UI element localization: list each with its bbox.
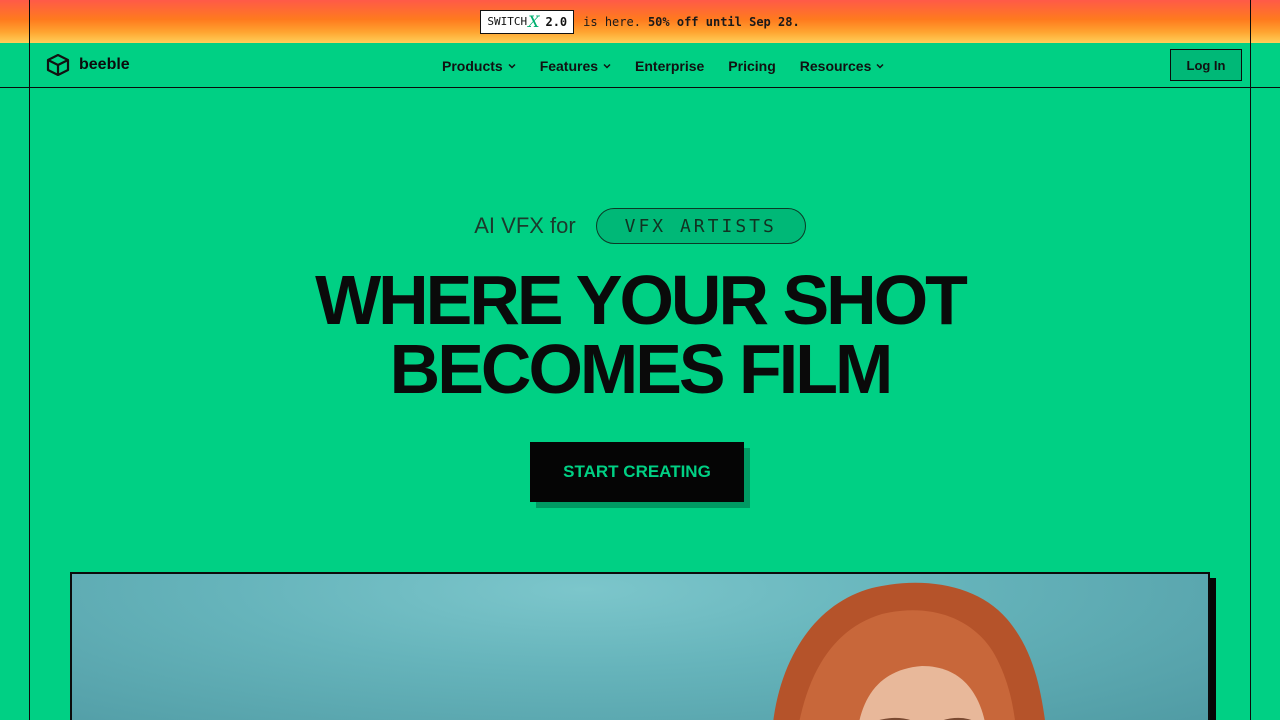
- logo-link[interactable]: beeble: [46, 54, 130, 76]
- nav-item-enterprise[interactable]: Enterprise: [635, 58, 704, 74]
- main-nav: Products Features Enterprise Pricing Res…: [442, 43, 908, 88]
- chevron-down-icon: [876, 63, 884, 69]
- badge-prefix: SWITCH: [487, 15, 528, 28]
- hero-tagline: AI VFX for VFX ARTISTS: [0, 207, 1280, 245]
- badge-version: 2.0: [545, 14, 568, 29]
- nav-item-products[interactable]: Products: [442, 58, 516, 74]
- nav-item-pricing[interactable]: Pricing: [728, 58, 775, 74]
- headline-line-1: WHERE YOUR SHOT: [315, 261, 968, 339]
- chevron-down-icon: [603, 63, 611, 69]
- site-header: beeble Products Features Enterprise Pric…: [0, 43, 1280, 88]
- portrait-image: [773, 582, 1046, 720]
- nav-label: Products: [442, 57, 503, 74]
- tagline-prefix: AI VFX for: [474, 213, 576, 238]
- nav-item-features[interactable]: Features: [540, 58, 611, 74]
- nav-label: Resources: [799, 57, 872, 74]
- announcement-offer: 50% off until Sep 28.: [647, 14, 800, 29]
- cube-logo-icon: [46, 54, 70, 76]
- logo-wordmark: beeble: [79, 56, 130, 73]
- announcement-text: is here.: [583, 14, 641, 29]
- pill-text: VFX ARTISTS: [624, 215, 777, 237]
- headline-line-2: BECOMES FILM: [389, 330, 894, 408]
- nav-label: Enterprise: [635, 57, 705, 74]
- rotating-audience-pill: VFX ARTISTS: [595, 208, 806, 244]
- badge-x-glyph: X: [528, 12, 540, 31]
- nav-label: Features: [539, 57, 599, 74]
- nav-item-resources[interactable]: Resources: [800, 58, 885, 74]
- hero-headline: WHERE YOUR SHOT BECOMES FILM: [0, 265, 1280, 404]
- switchx-badge: SWITCH X 2.0: [480, 9, 575, 34]
- chevron-down-icon: [508, 63, 516, 69]
- start-creating-button[interactable]: START CREATING: [530, 442, 744, 502]
- login-button[interactable]: Log In: [1170, 49, 1242, 81]
- nav-label: Pricing: [728, 57, 776, 74]
- hero-preview-image: [70, 572, 1210, 720]
- announcement-bar[interactable]: SWITCH X 2.0 is here. 50% off until Sep …: [0, 0, 1280, 43]
